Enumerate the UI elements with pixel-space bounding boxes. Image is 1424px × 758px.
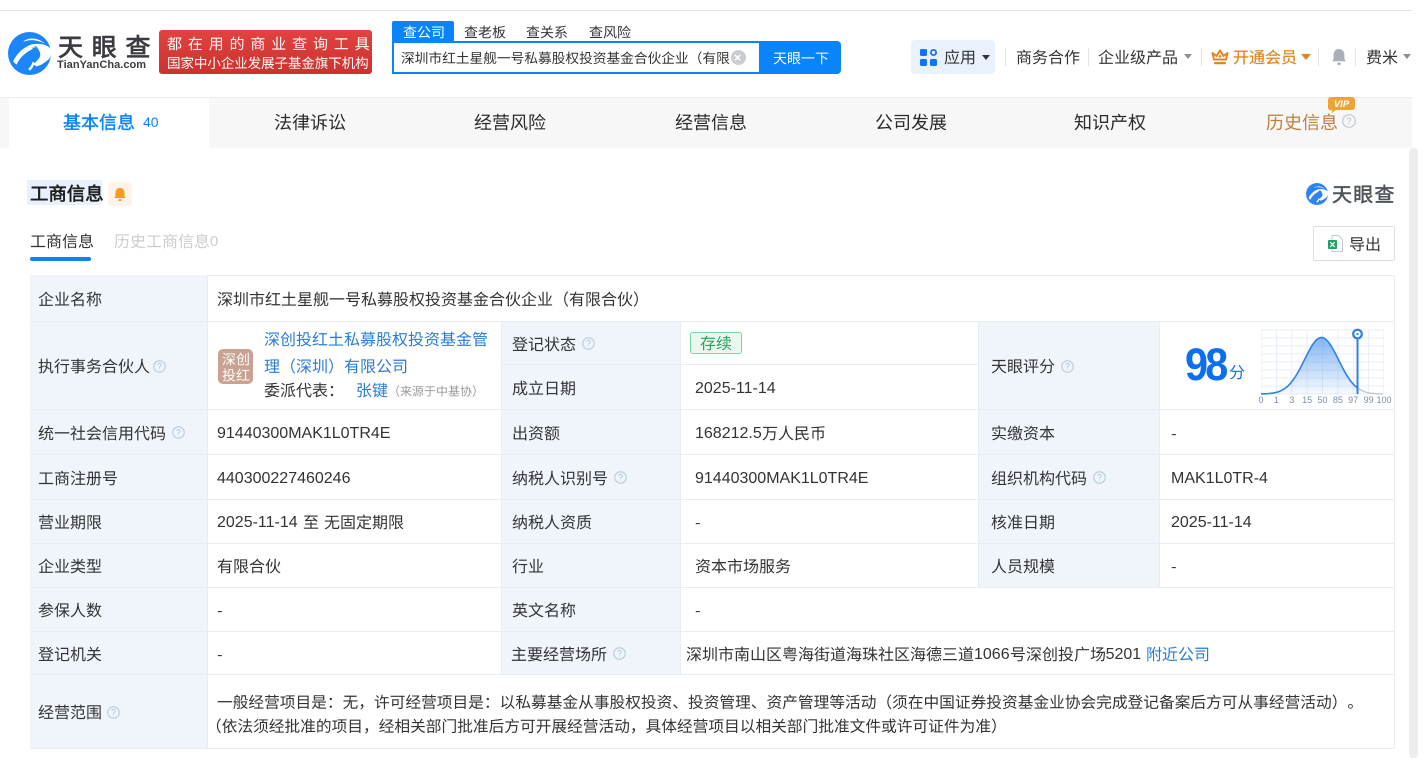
svg-text:?: ? — [1065, 361, 1070, 371]
svg-text:?: ? — [586, 339, 591, 349]
svg-text:?: ? — [1097, 473, 1102, 483]
svg-text:?: ? — [176, 428, 181, 438]
svg-text:?: ? — [617, 649, 622, 659]
svg-text:?: ? — [157, 361, 162, 371]
svg-text:VIP: VIP — [1334, 99, 1350, 110]
svg-text:?: ? — [618, 473, 623, 483]
svg-text:?: ? — [111, 707, 116, 717]
svg-text:?: ? — [1346, 116, 1351, 126]
